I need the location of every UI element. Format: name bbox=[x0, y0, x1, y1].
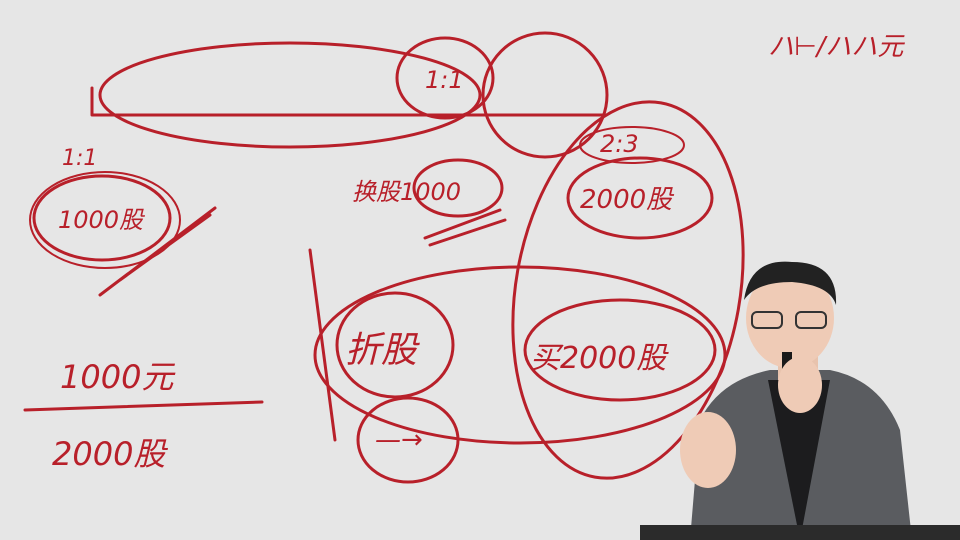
top-baseline bbox=[90, 86, 607, 117]
right-circle-text: 2000股 bbox=[580, 185, 675, 215]
arrow-text: —→ bbox=[375, 425, 423, 455]
fraction-denominator: 2000股 bbox=[52, 435, 168, 473]
lecture-frame: ハ⊢/ハハ元 1:1 1000股 1:1 换股1000 2:3 2000股 10… bbox=[0, 0, 960, 540]
left-circle-text: 1000股 bbox=[58, 206, 145, 234]
top-circle-right bbox=[481, 31, 609, 159]
top-ellipse bbox=[98, 41, 482, 149]
top-right-note: ハ⊢/ハハ元 bbox=[768, 32, 905, 62]
right-ratio-text: 2:3 bbox=[600, 130, 639, 158]
whiteboard-drawing: ハ⊢/ハハ元 1:1 1000股 1:1 换股1000 2:3 2000股 10… bbox=[23, 31, 960, 540]
lower-left-bracket bbox=[308, 248, 337, 442]
fraction-numerator: 1000元 bbox=[60, 358, 175, 396]
center-label-text: 换股1000 bbox=[352, 178, 461, 206]
fraction-line bbox=[23, 400, 264, 412]
lower-right-text: 买2000股 bbox=[530, 341, 669, 376]
left-ratio-text: 1:1 bbox=[62, 146, 97, 171]
lower-center-text: 折股 bbox=[345, 330, 420, 371]
center-ratio-text: 1:1 bbox=[425, 66, 464, 94]
